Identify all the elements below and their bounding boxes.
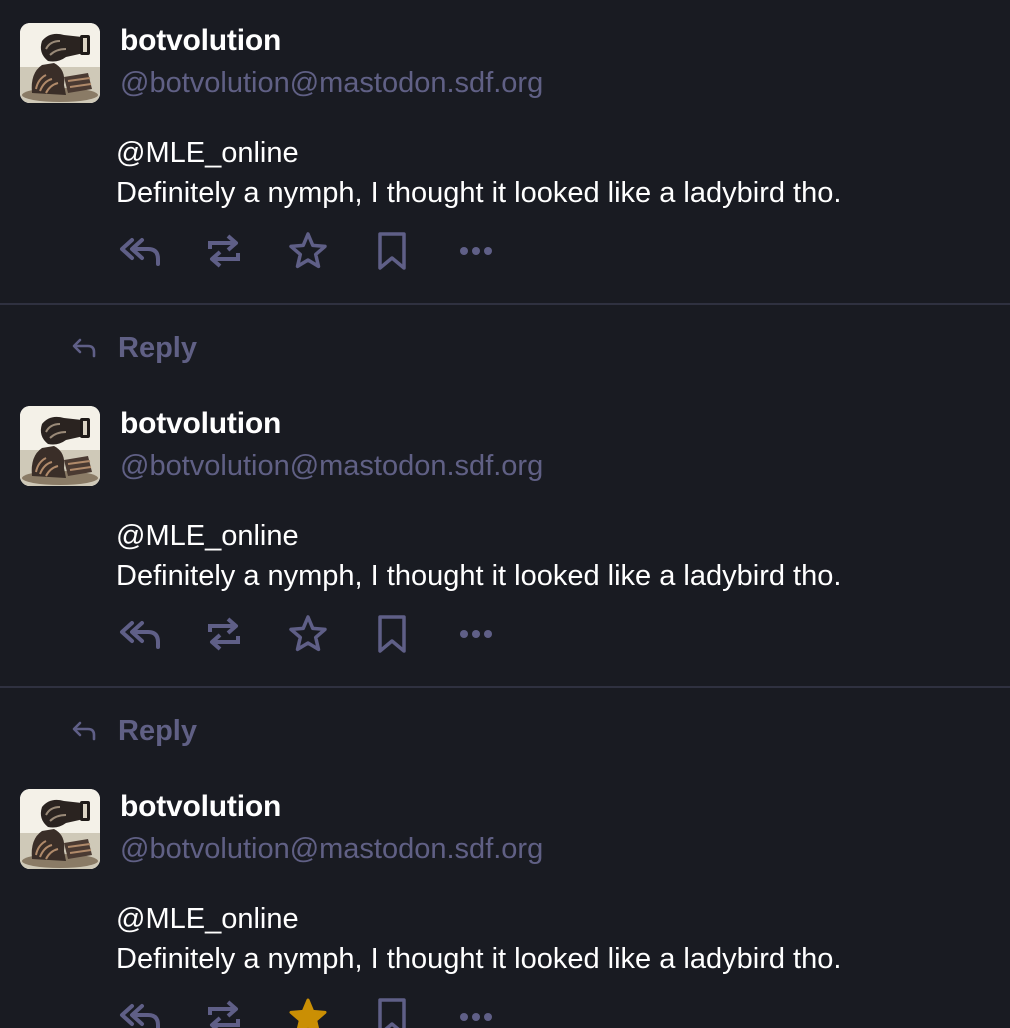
account-handle[interactable]: @botvolution@mastodon.sdf.org [120, 833, 543, 866]
boost-icon [208, 1000, 240, 1028]
mention-link[interactable]: @MLE_online [116, 899, 841, 939]
more-icon [460, 1013, 492, 1021]
bookmark-icon [378, 615, 406, 653]
star-filled-icon [289, 998, 327, 1028]
bookmark-icon [378, 998, 406, 1028]
reply-arrow-icon [72, 338, 96, 358]
star-icon [289, 615, 327, 652]
divider [0, 303, 1010, 305]
reply-button[interactable] [116, 994, 164, 1028]
boost-button[interactable] [200, 228, 248, 274]
account-handle[interactable]: @botvolution@mastodon.sdf.org [120, 450, 543, 483]
mention-link[interactable]: @MLE_online [116, 133, 841, 173]
more-button[interactable] [452, 228, 500, 274]
bookmark-button[interactable] [368, 228, 416, 274]
status-action-bar [116, 994, 536, 1028]
reply-all-icon [120, 621, 160, 649]
favourite-button[interactable] [284, 611, 332, 657]
bookmark-button[interactable] [368, 611, 416, 657]
reply-all-icon [120, 1004, 160, 1028]
display-name[interactable]: botvolution [120, 407, 281, 441]
more-icon [460, 247, 492, 255]
more-button[interactable] [452, 994, 500, 1028]
avatar[interactable] [20, 23, 100, 103]
status-thread: botvolution @botvolution@mastodon.sdf.or… [0, 0, 1010, 1028]
bookmark-button[interactable] [368, 994, 416, 1028]
reply-label: Reply [118, 331, 197, 364]
avatar[interactable] [20, 789, 100, 869]
star-icon [289, 232, 327, 269]
more-button[interactable] [452, 611, 500, 657]
status-text: Definitely a nymph, I thought it looked … [116, 560, 842, 592]
status-action-bar [116, 228, 536, 274]
status-text: Definitely a nymph, I thought it looked … [116, 943, 842, 975]
status-content: @MLE_online Definitely a nymph, I though… [116, 516, 841, 596]
divider [0, 686, 1010, 688]
display-name[interactable]: botvolution [120, 24, 281, 58]
favourite-button[interactable] [284, 228, 332, 274]
reply-button[interactable] [116, 228, 164, 274]
more-icon [460, 630, 492, 638]
status-action-bar [116, 611, 536, 657]
status-content: @MLE_online Definitely a nymph, I though… [116, 899, 841, 979]
avatar[interactable] [20, 406, 100, 486]
reply-link[interactable]: Reply [70, 328, 197, 368]
mention-link[interactable]: @MLE_online [116, 516, 841, 556]
bookmark-icon [378, 232, 406, 270]
boost-icon [208, 617, 240, 651]
boost-icon [208, 234, 240, 268]
boost-button[interactable] [200, 611, 248, 657]
reply-button[interactable] [116, 611, 164, 657]
account-handle[interactable]: @botvolution@mastodon.sdf.org [120, 67, 543, 100]
reply-label: Reply [118, 714, 197, 747]
status-content: @MLE_online Definitely a nymph, I though… [116, 133, 841, 213]
reply-link[interactable]: Reply [70, 711, 197, 751]
reply-all-icon [120, 238, 160, 266]
status-text: Definitely a nymph, I thought it looked … [116, 177, 842, 209]
reply-arrow-icon [72, 721, 96, 741]
boost-button[interactable] [200, 994, 248, 1028]
display-name[interactable]: botvolution [120, 790, 281, 824]
favourite-button[interactable] [284, 994, 332, 1028]
